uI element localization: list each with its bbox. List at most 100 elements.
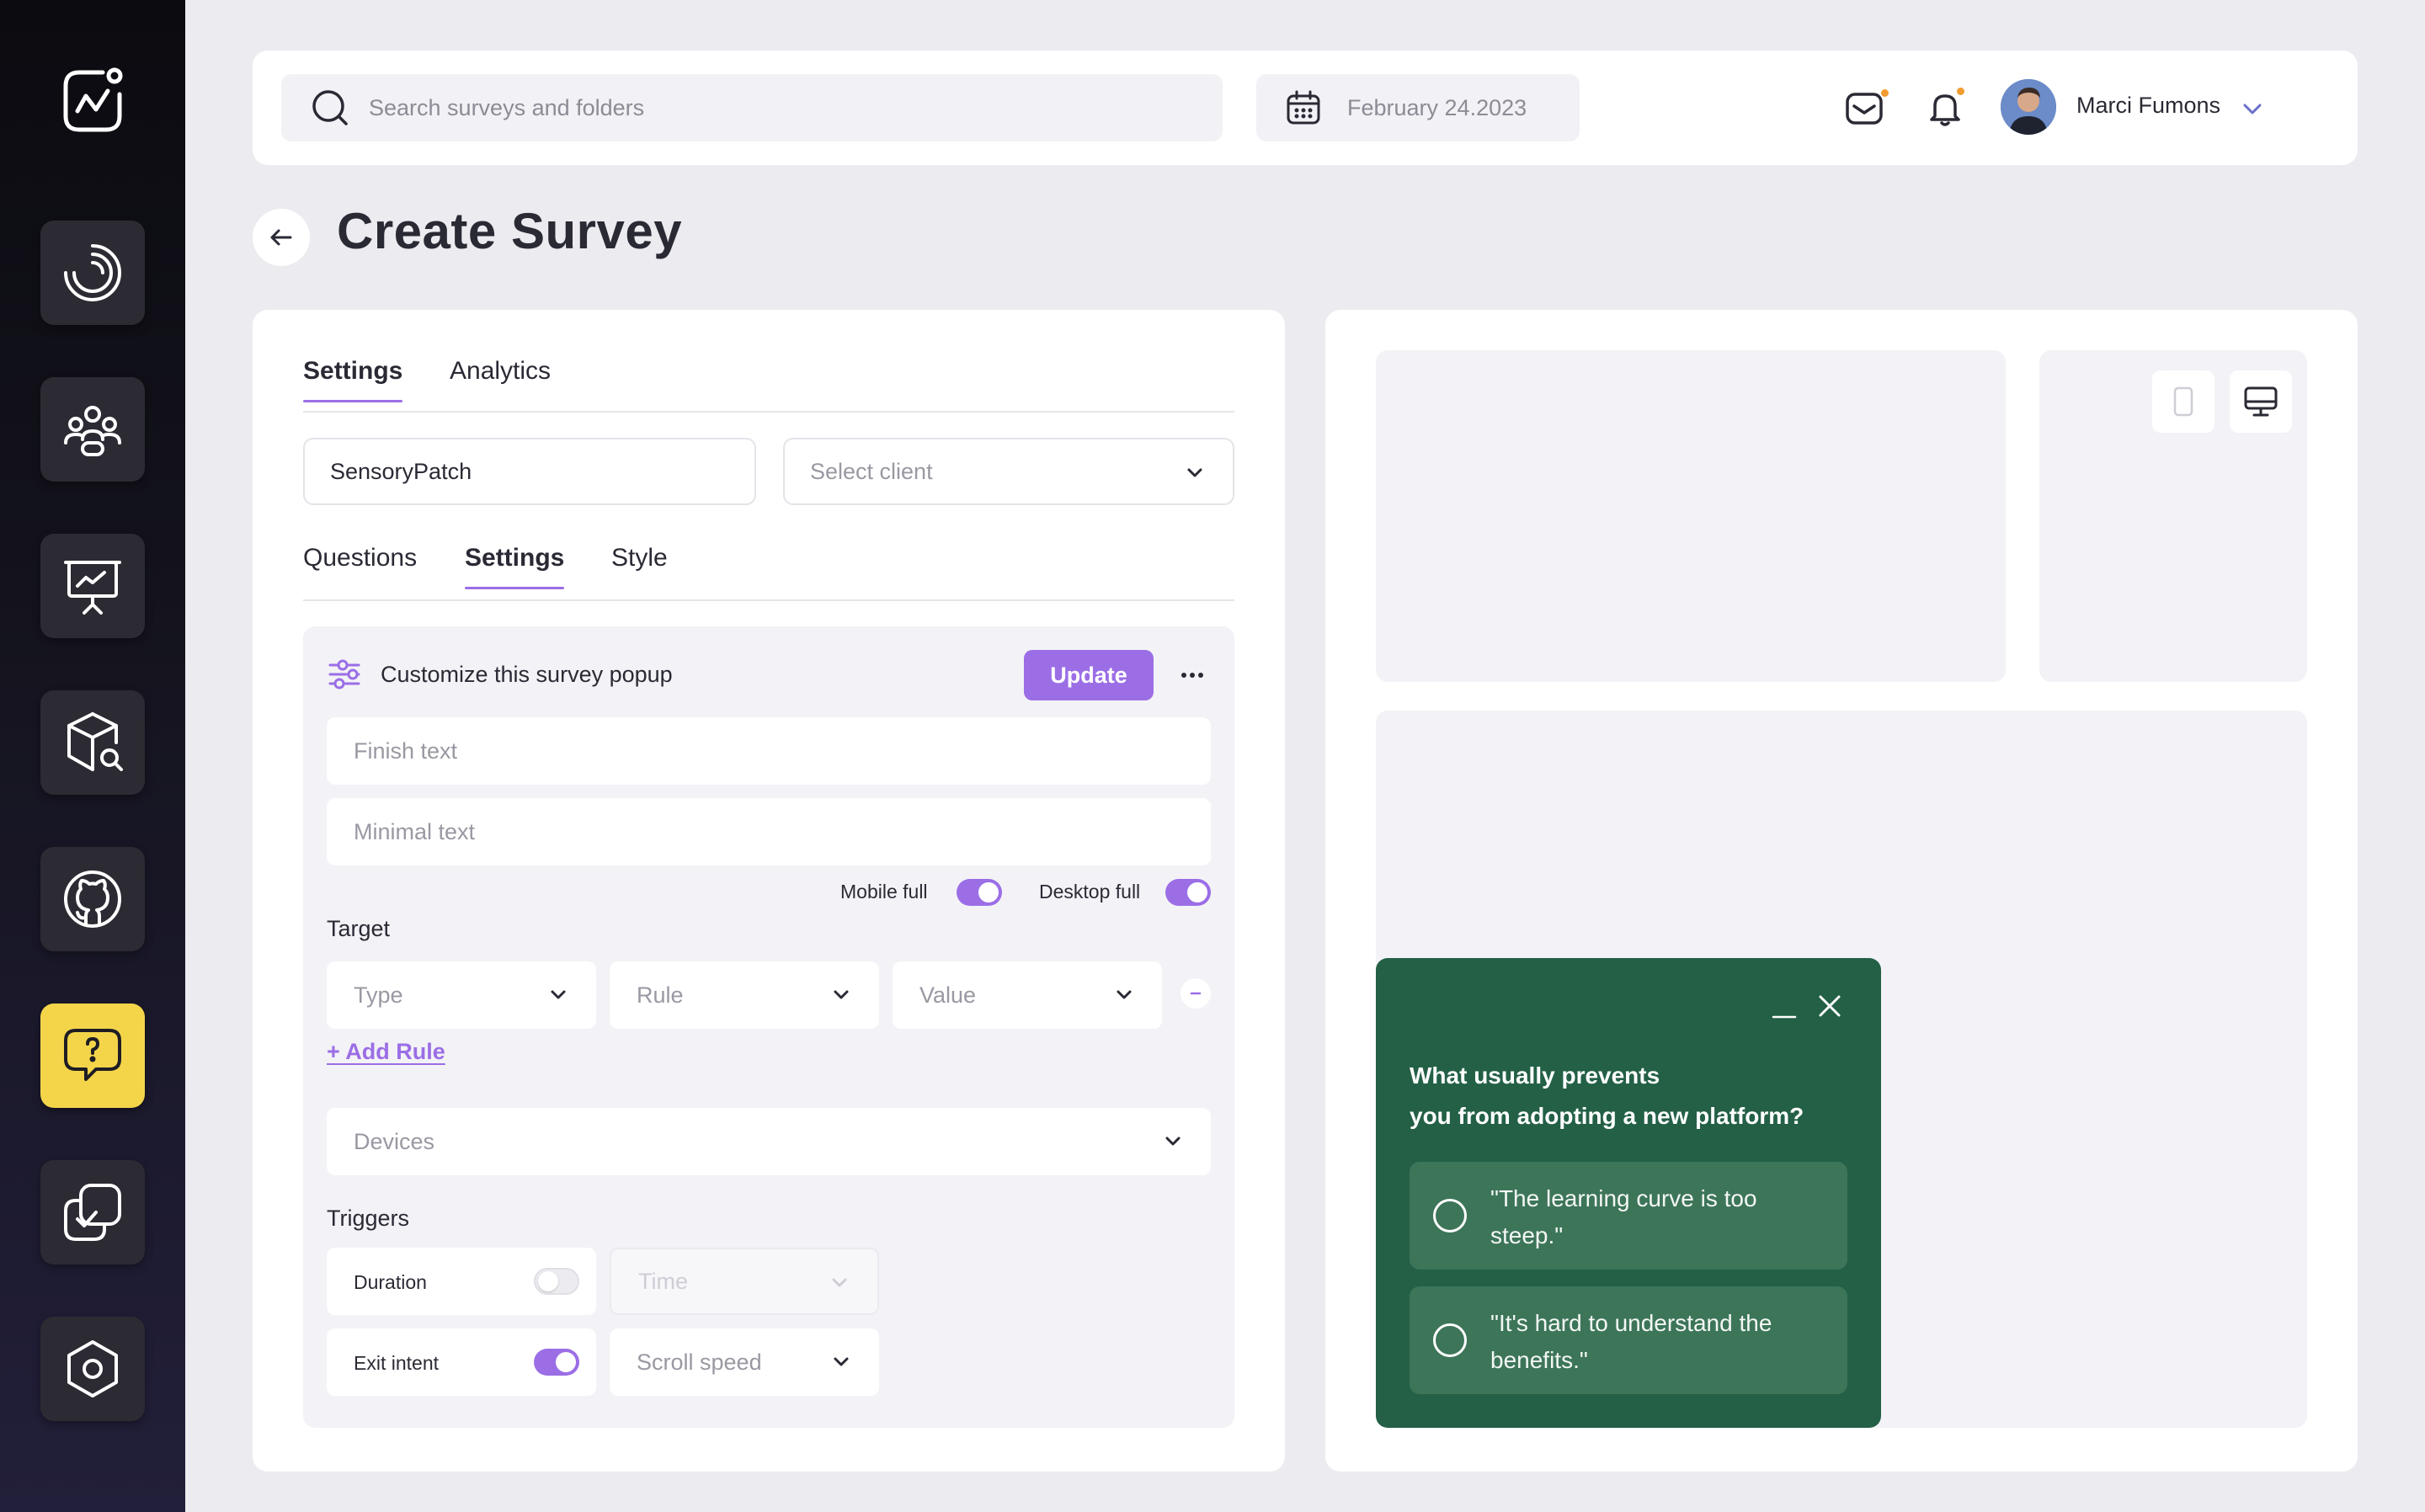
settings-panel: Settings Analytics SensoryPatch Select c… <box>253 310 1285 1472</box>
settings-hexagon-icon <box>67 1340 118 1398</box>
radio-button[interactable] <box>1433 1323 1467 1357</box>
chevron-down-icon <box>834 1357 849 1366</box>
duration-toggle[interactable] <box>534 1268 579 1295</box>
page-title: Create Survey <box>337 203 683 259</box>
radio-button[interactable] <box>1433 1199 1467 1232</box>
remove-rule-button[interactable] <box>1181 978 1211 1009</box>
main-tabs: Settings Analytics <box>303 357 1234 413</box>
tab-questions[interactable]: Questions <box>303 544 417 588</box>
nav-github[interactable] <box>40 847 145 951</box>
date-value: February 24.2023 <box>1347 94 1527 120</box>
preview-panel: What usually prevents you from adopting … <box>1325 310 2358 1472</box>
tab-analytics[interactable]: Analytics <box>450 357 551 401</box>
type-select[interactable]: Type <box>327 961 596 1029</box>
mobile-icon <box>2173 386 2193 417</box>
presentation-chart-icon <box>64 561 121 615</box>
popup-option-text: "The learning curve is too steep." <box>1490 1185 1757 1248</box>
time-select: Time <box>610 1248 879 1315</box>
chevron-down-icon <box>1117 990 1132 999</box>
devices-select-placeholder: Devices <box>354 1128 435 1154</box>
chevron-down-icon <box>834 990 849 999</box>
finish-text-input[interactable]: Finish text <box>327 717 1211 785</box>
minus-icon <box>1190 992 1202 995</box>
exit-intent-toggle[interactable] <box>534 1349 579 1376</box>
minimal-text-input[interactable]: Minimal text <box>327 798 1211 865</box>
desktop-icon <box>2244 386 2278 417</box>
exit-intent-trigger: Exit intent <box>327 1328 596 1396</box>
survey-popup-preview: What usually prevents you from adopting … <box>1376 958 1881 1428</box>
more-options-icon[interactable] <box>1174 657 1211 694</box>
github-icon <box>64 870 121 928</box>
notifications-button[interactable] <box>1923 86 1967 130</box>
popup-settings-title: Customize this survey popup <box>381 662 673 687</box>
back-button[interactable] <box>253 209 310 266</box>
nav-dashboard[interactable] <box>40 221 145 325</box>
chevron-down-icon <box>1165 1137 1181 1146</box>
tab-style[interactable]: Style <box>611 544 668 588</box>
duration-label: Duration <box>354 1271 427 1293</box>
preview-placeholder <box>1376 350 2006 682</box>
mobile-full-toggle[interactable] <box>957 879 1002 906</box>
close-icon[interactable] <box>1815 992 1844 1020</box>
nav-products[interactable] <box>40 690 145 795</box>
scroll-speed-select[interactable]: Scroll speed <box>610 1328 879 1396</box>
rule-select[interactable]: Rule <box>610 961 879 1029</box>
search-icon <box>312 90 348 125</box>
device-switcher-area <box>2039 350 2307 682</box>
type-select-placeholder: Type <box>354 982 403 1008</box>
activity-chart-icon[interactable] <box>59 66 126 136</box>
arrow-left-icon <box>270 229 292 246</box>
exit-intent-label: Exit intent <box>354 1352 439 1374</box>
add-rule-link[interactable]: + Add Rule <box>327 1039 445 1065</box>
finish-text-placeholder: Finish text <box>354 737 458 764</box>
sliders-icon <box>328 659 360 689</box>
popup-option[interactable]: "The learning curve is too steep." <box>1410 1162 1847 1270</box>
duration-trigger: Duration <box>327 1248 596 1315</box>
popup-question-line1: What usually prevents <box>1410 1062 1660 1089</box>
popup-option-text: "It's hard to understand the benefits." <box>1490 1310 1772 1373</box>
devices-select[interactable]: Devices <box>327 1108 1211 1175</box>
desktop-full-toggle[interactable] <box>1165 879 1211 906</box>
messages-button[interactable] <box>1844 86 1889 130</box>
scroll-speed-placeholder: Scroll speed <box>637 1349 762 1375</box>
user-name[interactable]: Marci Fumons <box>2076 93 2220 119</box>
calendar-icon <box>1287 90 1320 125</box>
search-box[interactable] <box>281 74 1223 141</box>
chevron-down-icon[interactable] <box>2238 94 2267 123</box>
update-button[interactable]: Update <box>1024 650 1154 700</box>
nav-tasks[interactable] <box>40 1160 145 1264</box>
nav-users[interactable] <box>40 377 145 482</box>
tab-settings[interactable]: Settings <box>303 357 403 402</box>
desktop-view-button[interactable] <box>2230 370 2292 433</box>
product-search-icon <box>67 712 123 771</box>
nav-settings[interactable] <box>40 1317 145 1421</box>
avatar[interactable] <box>2001 79 2056 135</box>
chevron-down-icon <box>1187 468 1202 477</box>
tab-survey-settings[interactable]: Settings <box>465 544 565 589</box>
target-label: Target <box>327 916 391 941</box>
popup-question-line2: you from adopting a new platform? <box>1410 1103 1804 1129</box>
mobile-view-button[interactable] <box>2152 370 2214 433</box>
popup-option[interactable]: "It's hard to understand the benefits." <box>1410 1286 1847 1394</box>
top-bar: February 24.2023 Marci Fumons <box>253 51 2358 165</box>
client-select-placeholder: Select client <box>810 458 933 484</box>
users-group-icon <box>64 406 121 456</box>
survey-name-field[interactable]: SensoryPatch <box>303 438 756 505</box>
minimize-icon[interactable] <box>1770 993 1799 1022</box>
search-input[interactable] <box>369 94 1127 121</box>
sidebar <box>0 0 185 1512</box>
chevron-down-icon <box>832 1278 847 1287</box>
survey-question-icon <box>64 1029 121 1081</box>
date-picker[interactable]: February 24.2023 <box>1256 74 1580 141</box>
nav-surveys[interactable] <box>40 1004 145 1108</box>
triggers-label: Triggers <box>327 1206 410 1231</box>
value-select[interactable]: Value <box>893 961 1162 1029</box>
notification-dot <box>1881 89 1889 97</box>
value-select-placeholder: Value <box>919 982 977 1008</box>
notification-dot <box>1957 88 1964 95</box>
rule-select-placeholder: Rule <box>637 982 684 1008</box>
nav-presentation[interactable] <box>40 534 145 638</box>
minimal-text-placeholder: Minimal text <box>354 818 476 844</box>
desktop-full-label: Desktop full <box>1039 881 1141 902</box>
client-select[interactable]: Select client <box>783 438 1234 505</box>
